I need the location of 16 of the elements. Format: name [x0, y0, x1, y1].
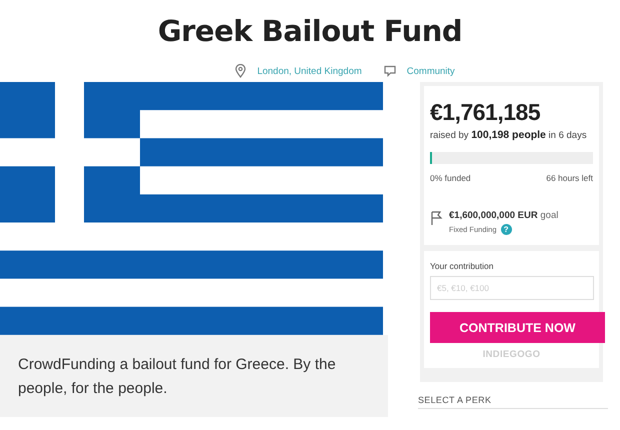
- perk-heading: SELECT A PERK: [418, 395, 608, 409]
- goal-text: €1,600,000,000 EUR goal: [449, 210, 558, 221]
- help-icon[interactable]: ?: [500, 224, 512, 235]
- time-left: 66 hours left: [546, 173, 593, 183]
- contribution-label: Your contribution: [430, 261, 494, 271]
- raised-text: raised by 100,198 people in 6 days: [430, 129, 588, 141]
- funded-percent: 0% funded: [430, 173, 471, 183]
- contribute-button[interactable]: CONTRIBUTE NOW: [430, 312, 605, 343]
- amount-raised: €1,761,185: [430, 99, 542, 126]
- meta-link[interactable]: Community: [406, 66, 455, 76]
- location-pin-icon: [235, 64, 246, 78]
- flag-icon: [430, 210, 444, 226]
- tagline: CrowdFunding a bailout fund for Greece. By the people, for the people.: [18, 355, 337, 399]
- speech-bubble-icon: [384, 65, 396, 77]
- page-title: Greek Bailout Fund: [156, 13, 464, 49]
- meta-link[interactable]: London, United Kingdom: [257, 66, 362, 76]
